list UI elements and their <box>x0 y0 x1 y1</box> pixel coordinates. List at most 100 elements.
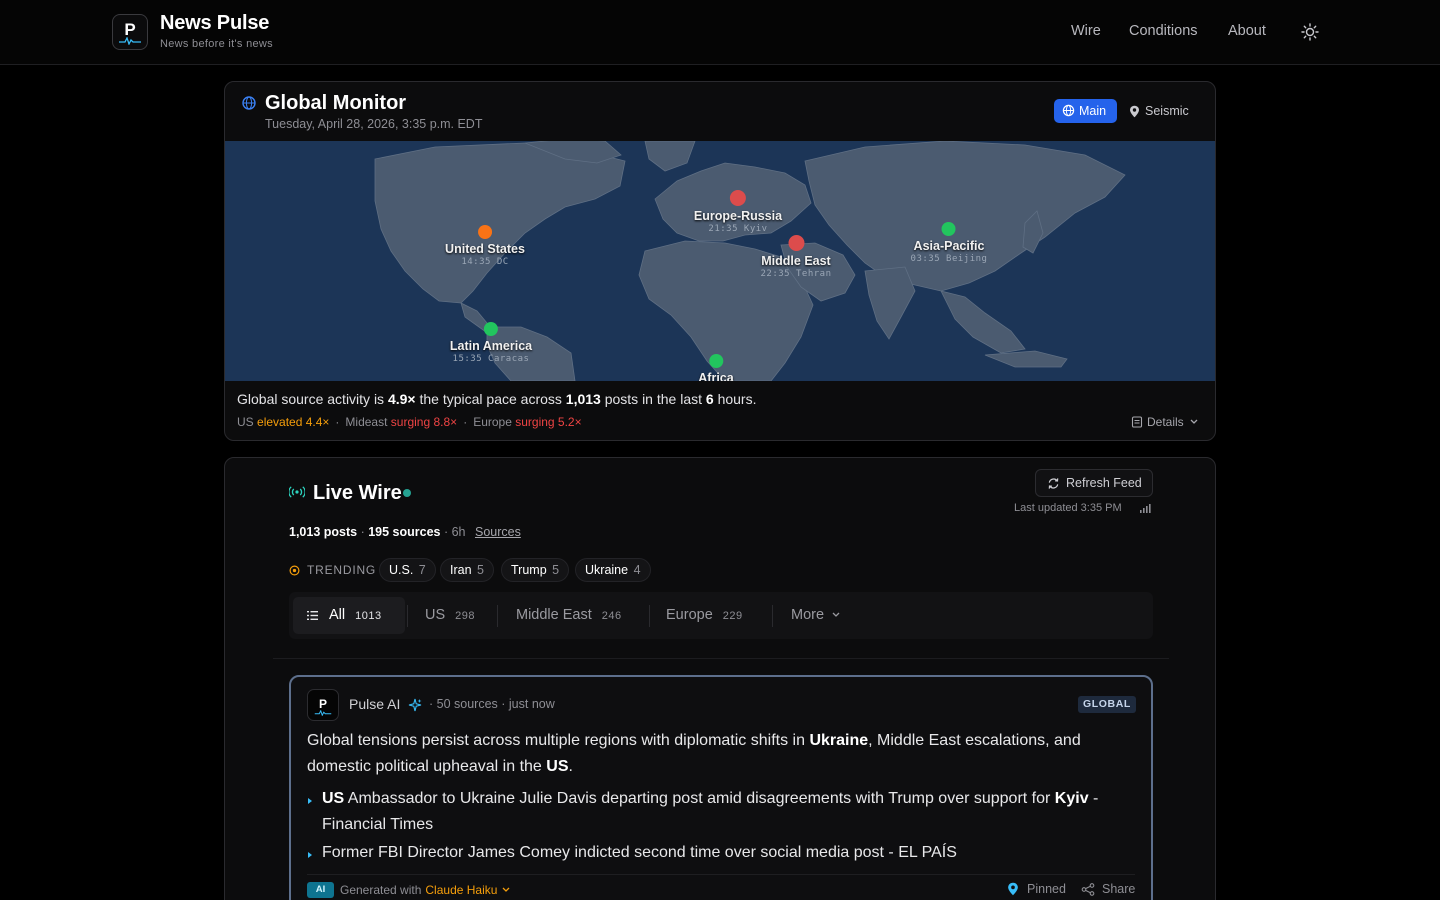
global-monitor-card: Global Monitor Tuesday, April 28, 2026, … <box>224 81 1216 441</box>
top-bar: P News Pulse News before it's news Wire … <box>0 0 1440 65</box>
refresh-feed-button[interactable]: Refresh Feed <box>1035 469 1153 497</box>
list-icon <box>307 611 318 620</box>
tab-all[interactable]: All 1013 <box>293 597 405 634</box>
region-marker-middle-east[interactable]: Middle East 22:35 Tehran <box>760 235 831 279</box>
view-seismic-label: Seismic <box>1145 104 1189 118</box>
trending-chip-count: 5 <box>552 563 560 577</box>
region-rate-label: Europe <box>473 415 512 429</box>
summary-entity: Ukraine <box>809 732 869 749</box>
ai-author: Pulse AI <box>349 696 401 712</box>
view-seismic-button[interactable]: Seismic <box>1129 99 1189 123</box>
trending-chip-label: Trump <box>511 563 547 577</box>
pinned-indicator[interactable]: Pinned <box>1007 882 1066 896</box>
trending-label: TRENDING <box>307 563 377 577</box>
region-status-dot <box>483 322 498 336</box>
summary-bullet[interactable]: US Ambassador to Ukraine Julie Davis dep… <box>307 786 1117 838</box>
summary-text: Ambassador to Ukraine Julie Davis depart… <box>347 790 1051 807</box>
tab-divider <box>772 605 773 627</box>
wire-stats: 1,013 posts · 195 sources · 6h Sources <box>289 525 521 539</box>
pinned-label: Pinned <box>1027 882 1066 896</box>
region-local-time: 22:35 Tehran <box>760 269 832 279</box>
trending-chip-label: U.S. <box>389 563 414 577</box>
world-map-land <box>374 141 1126 381</box>
tab-divider <box>407 605 408 627</box>
tab-count: 229 <box>722 610 743 622</box>
region-marker-latin-america[interactable]: Latin America 15:35 Caracas <box>450 322 532 364</box>
nav-about[interactable]: About <box>1228 23 1266 39</box>
brand-subtitle: News before it's news <box>160 38 273 50</box>
trending-chip[interactable]: Iran 5 <box>440 558 494 582</box>
details-toggle[interactable]: Details <box>1131 415 1198 429</box>
region-name: United States <box>445 242 525 256</box>
source-count: 195 sources <box>368 525 441 539</box>
summary-bullet[interactable]: Former FBI Director James Comey indicted… <box>307 840 1117 866</box>
region-tabs: All 1013 US 298 Middle East 246 Europe 229 M… <box>289 592 1153 639</box>
trending-chip[interactable]: Ukraine 4 <box>575 558 651 582</box>
share-label: Share <box>1102 882 1136 896</box>
refresh-feed-label: Refresh Feed <box>1066 476 1142 490</box>
last-updated-text: Last updated 3:35 PM <box>1014 502 1122 514</box>
trending-chip-count: 7 <box>418 563 426 577</box>
view-main-button[interactable]: Main <box>1054 99 1117 123</box>
tab-more[interactable]: More <box>791 597 841 634</box>
sources-link[interactable]: Sources <box>475 525 521 539</box>
trending-chip[interactable]: Trump 5 <box>501 558 570 582</box>
ai-tag: AI <box>307 882 334 898</box>
activity-text: posts in the last <box>604 391 702 407</box>
activity-text: Global source activity is <box>237 391 385 407</box>
time-window: 6h <box>451 525 466 539</box>
avatar-letter: P <box>318 697 327 711</box>
tab-label: US <box>425 607 446 623</box>
nav-wire[interactable]: Wire <box>1071 23 1101 39</box>
region-marker-europe-russia[interactable]: Europe-Russia 21:35 Kyiv <box>694 190 782 234</box>
tab-divider <box>497 605 498 627</box>
tab-europe[interactable]: Europe 229 <box>666 597 743 634</box>
region-marker-africa[interactable]: Africa <box>698 354 734 381</box>
share-icon <box>1081 883 1095 896</box>
summary-entity: Kyiv <box>1054 790 1089 807</box>
sparkle-icon <box>408 698 422 712</box>
summary-entity: US <box>322 790 345 807</box>
region-marker-asia-pacific[interactable]: Asia-Pacific 03:35 Beijing <box>911 222 988 264</box>
region-marker-united-states[interactable]: United States 14:35 DC <box>445 225 525 267</box>
tab-label: More <box>791 607 825 623</box>
generated-with-label: Generated with <box>340 883 422 897</box>
region-name: Asia-Pacific <box>913 239 985 253</box>
model-selector[interactable]: Claude Haiku <box>425 883 497 897</box>
pulse-line-icon <box>119 37 141 45</box>
region-rate-state: surging 5.2× <box>515 415 582 429</box>
ai-summary-card[interactable]: P Pulse AI · 50 sources · just now GLOBA… <box>289 675 1153 900</box>
pulse-line-icon <box>314 710 332 716</box>
region-name: Europe-Russia <box>693 209 783 223</box>
refresh-icon <box>1048 478 1059 489</box>
region-rate-state: elevated 4.4× <box>257 415 330 429</box>
tab-middle-east[interactable]: Middle East 246 <box>516 597 622 634</box>
ai-meta: · 50 sources · just now <box>429 697 555 711</box>
brand-title[interactable]: News Pulse <box>160 12 269 35</box>
tab-count: 298 <box>455 610 476 622</box>
tab-label: Middle East <box>516 607 592 623</box>
brand-logo[interactable]: P <box>112 14 148 50</box>
trending-chip-label: Iran <box>450 563 472 577</box>
signal-bars-icon[interactable] <box>1139 503 1151 514</box>
tab-us[interactable]: US 298 <box>425 597 475 634</box>
live-wire-card: Live Wire Refresh Feed Last updated 3:35… <box>224 457 1216 900</box>
trending-icon <box>289 565 300 576</box>
region-status-dot <box>477 225 492 239</box>
trending-chip-count: 4 <box>633 563 641 577</box>
trending-chip[interactable]: U.S. 7 <box>379 558 436 582</box>
region-name: Middle East <box>761 254 831 268</box>
region-local-time: 21:35 Kyiv <box>708 224 768 234</box>
tab-count: 1013 <box>355 610 382 622</box>
region-status-dot <box>730 190 746 206</box>
divider <box>273 658 1169 659</box>
chevron-down-icon <box>1190 419 1198 424</box>
live-wire-title: Live Wire <box>313 482 402 504</box>
map-pin-icon <box>1130 105 1139 118</box>
sun-icon[interactable] <box>1300 22 1320 42</box>
nav-conditions[interactable]: Conditions <box>1129 23 1198 39</box>
share-button[interactable]: Share <box>1081 882 1135 896</box>
world-map[interactable]: United States 14:35 DC Europe-Russia 21:… <box>225 141 1215 381</box>
live-indicator <box>403 489 411 497</box>
region-status-dot <box>941 222 956 236</box>
